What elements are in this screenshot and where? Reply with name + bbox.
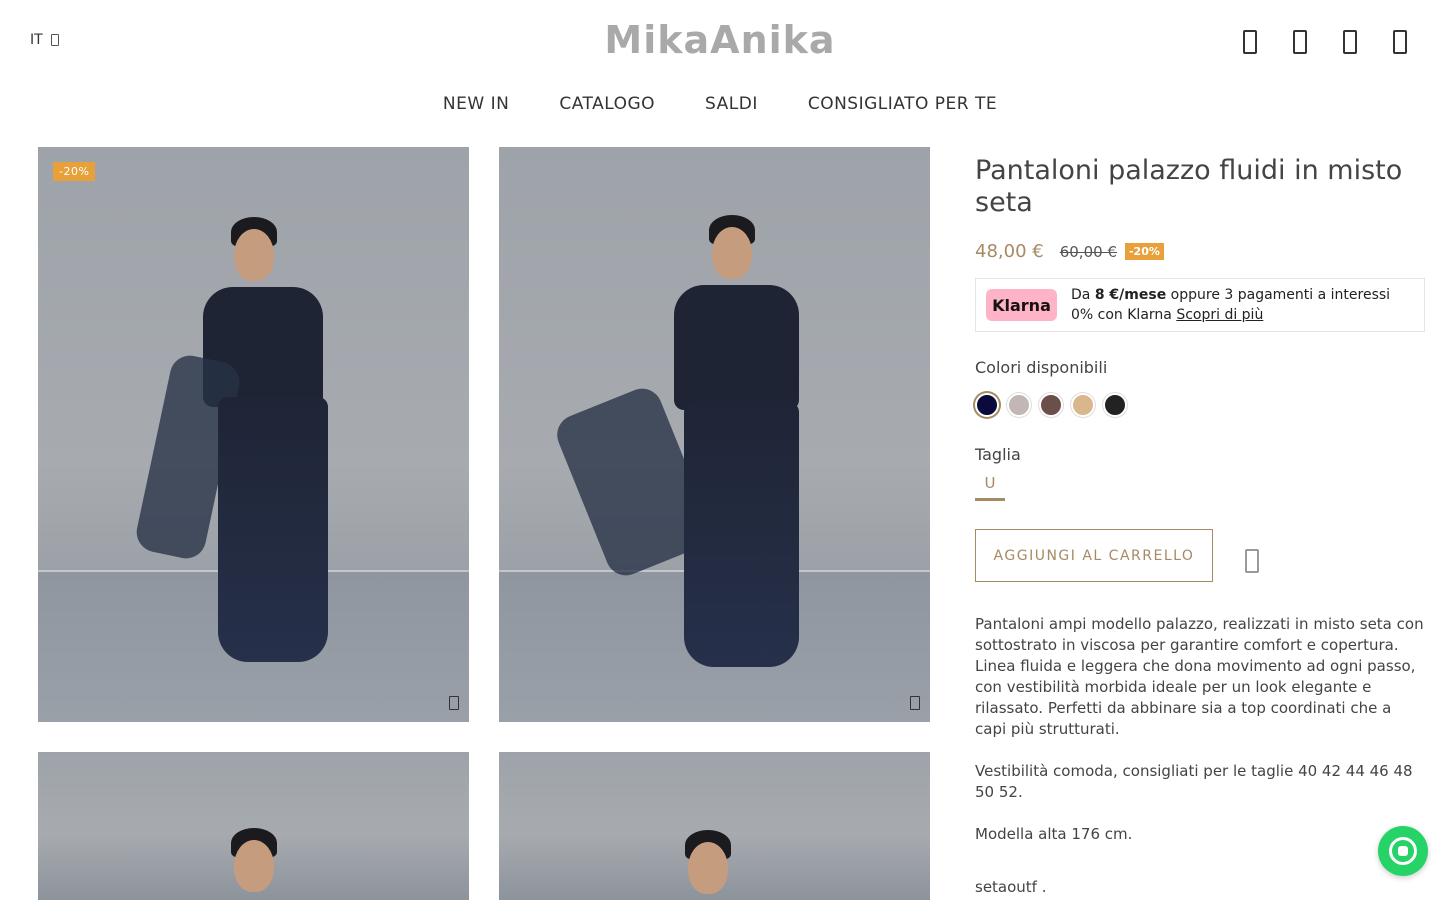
klarna-prefix: Da bbox=[1071, 287, 1095, 303]
search-icon[interactable] bbox=[1240, 28, 1260, 56]
whatsapp-icon bbox=[1389, 837, 1417, 865]
wishlist-icon[interactable] bbox=[1340, 28, 1360, 56]
whatsapp-chat-button[interactable] bbox=[1378, 826, 1428, 876]
account-icon[interactable] bbox=[1290, 28, 1310, 56]
product-image-3[interactable] bbox=[38, 752, 469, 900]
color-swatch-grey[interactable] bbox=[1007, 393, 1031, 417]
color-swatches bbox=[975, 393, 1425, 417]
description-paragraph: Pantaloni ampi modello palazzo, realizza… bbox=[975, 615, 1424, 738]
zoom-icon[interactable] bbox=[449, 696, 459, 710]
zoom-icon[interactable] bbox=[910, 696, 920, 710]
color-swatch-brown[interactable] bbox=[1039, 393, 1063, 417]
nav-item-new-in[interactable]: NEW IN bbox=[443, 94, 509, 114]
product-info: Pantaloni palazzo fluidi in misto seta 4… bbox=[975, 155, 1425, 900]
klarna-banner: Klarna Da 8 €/mese oppure 3 pagamenti a … bbox=[975, 278, 1425, 332]
current-price: 48,00 € bbox=[975, 241, 1044, 262]
klarna-amount: 8 €/mese bbox=[1094, 287, 1167, 303]
nav-item-saldi[interactable]: SALDI bbox=[705, 94, 758, 114]
klarna-learn-more-link[interactable]: Scopri di più bbox=[1176, 307, 1263, 323]
wishlist-icon[interactable] bbox=[1245, 548, 1259, 573]
color-swatch-black[interactable] bbox=[1103, 393, 1127, 417]
product-title: Pantaloni palazzo fluidi in misto seta bbox=[975, 155, 1403, 218]
product-image-2[interactable] bbox=[499, 147, 930, 722]
header-icons bbox=[1240, 28, 1410, 56]
cart-icon[interactable] bbox=[1390, 28, 1410, 56]
site-header: IT MikaAnika bbox=[0, 0, 1440, 84]
description-paragraph: Modella alta 176 cm. bbox=[975, 825, 1133, 843]
product-image-4[interactable] bbox=[499, 752, 930, 900]
product-actions: AGGIUNGI AL CARRELLO bbox=[975, 529, 1425, 582]
product-image-1[interactable]: -20% bbox=[38, 147, 469, 722]
size-label: Taglia bbox=[975, 445, 1021, 464]
nav-item-consigliato[interactable]: CONSIGLIATO PER TE bbox=[808, 94, 997, 114]
original-price: 60,00 € bbox=[1059, 242, 1117, 261]
colors-label: Colori disponibili bbox=[975, 358, 1108, 377]
nav-item-catalogo[interactable]: CATALOGO bbox=[559, 94, 655, 114]
color-swatch-beige[interactable] bbox=[1071, 393, 1095, 417]
description-paragraph: Vestibilità comoda, consigliati per le t… bbox=[975, 762, 1413, 801]
price-row: 48,00 € 60,00 € -20% bbox=[975, 241, 1425, 262]
klarna-text: Da 8 €/mese oppure 3 pagamenti a interes… bbox=[1071, 285, 1414, 325]
klarna-logo: Klarna bbox=[986, 289, 1057, 321]
main-nav: NEW IN CATALOGO SALDI CONSIGLIATO PER TE bbox=[0, 94, 1440, 114]
color-swatch-navy[interactable] bbox=[975, 393, 999, 417]
discount-badge: -20% bbox=[1124, 243, 1164, 260]
size-option-u[interactable]: U bbox=[975, 474, 1005, 501]
description-paragraph: setaoutf . bbox=[975, 878, 1047, 896]
product-description: Pantaloni ampi modello palazzo, realizza… bbox=[975, 614, 1425, 898]
discount-badge: -20% bbox=[53, 162, 96, 181]
site-logo[interactable]: MikaAnika bbox=[0, 18, 1440, 62]
add-to-cart-button[interactable]: AGGIUNGI AL CARRELLO bbox=[975, 529, 1213, 582]
